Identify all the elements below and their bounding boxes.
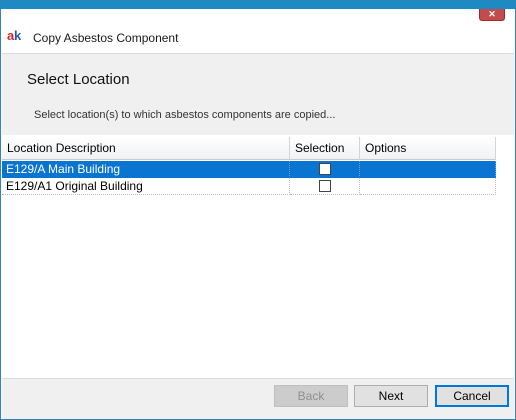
grid-header: Location Description Selection Options — [2, 137, 514, 160]
selection-checkbox[interactable] — [319, 180, 331, 192]
selection-cell[interactable] — [290, 161, 360, 178]
header-panel: Select Location Select location(s) to wh… — [2, 53, 514, 135]
close-button[interactable]: ✕ — [479, 9, 505, 21]
title-bar: a k Copy Asbestos Component — [1, 21, 515, 53]
page-description: Select location(s) to which asbestos com… — [34, 109, 336, 121]
cancel-button[interactable]: Cancel — [435, 385, 509, 407]
button-bar: Back Next Cancel — [2, 378, 514, 419]
column-header-location[interactable]: Location Description — [2, 137, 290, 160]
app-logo-icon: a k — [7, 28, 22, 43]
table-row[interactable]: E129/A Main Building — [2, 161, 496, 178]
location-grid: Location Description Selection Options E… — [2, 136, 514, 378]
column-header-selection[interactable]: Selection — [290, 137, 360, 160]
selection-cell[interactable] — [290, 178, 360, 195]
next-button[interactable]: Next — [354, 385, 428, 407]
page-title: Select Location — [27, 71, 130, 88]
back-button[interactable]: Back — [274, 385, 348, 407]
svg-text:k: k — [14, 28, 22, 43]
location-cell[interactable]: E129/A1 Original Building — [2, 178, 290, 195]
table-row[interactable]: E129/A1 Original Building — [2, 178, 496, 195]
column-header-filler — [496, 137, 514, 160]
title-accent-strip — [1, 1, 515, 9]
column-header-options[interactable]: Options — [360, 137, 496, 160]
dialog-window: ✕ a k Copy Asbestos Component Select Loc… — [0, 0, 516, 420]
window-title: Copy Asbestos Component — [33, 31, 179, 45]
location-cell[interactable]: E129/A Main Building — [2, 161, 290, 178]
options-cell[interactable] — [360, 161, 496, 178]
options-cell[interactable] — [360, 178, 496, 195]
selection-checkbox[interactable] — [319, 163, 331, 175]
